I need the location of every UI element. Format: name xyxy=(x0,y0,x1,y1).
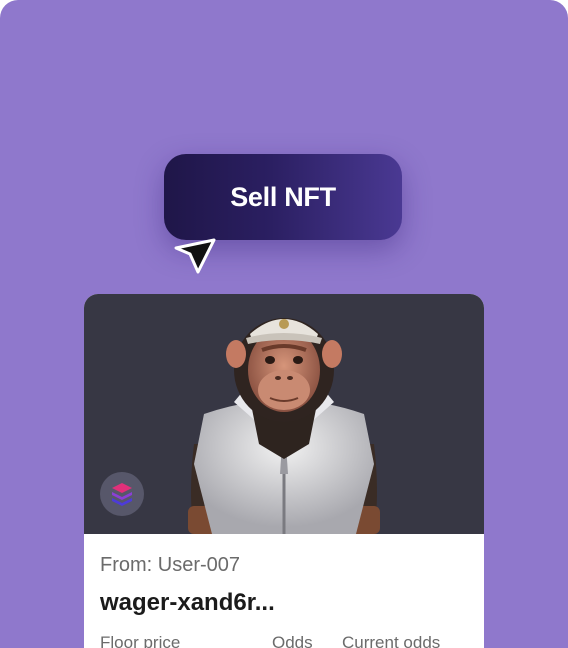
chimp-illustration xyxy=(188,318,380,534)
cursor-arrow-icon xyxy=(174,238,216,274)
stats-row: Floor price Odds Current odds xyxy=(100,633,468,648)
floor-price-label: Floor price xyxy=(100,633,181,648)
odds-label: Odds xyxy=(272,633,313,648)
seller-label: From: User-007 xyxy=(100,554,241,576)
nft-card[interactable]: From: User-007 wager-xand6r... Floor pri… xyxy=(84,294,484,648)
layered-chain-logo-icon xyxy=(112,483,132,506)
current-odds-label: Current odds xyxy=(342,633,441,648)
nft-showcase-canvas: Sell NFT From: User-007 wager-xand6r... … xyxy=(0,0,568,648)
nft-title: wager-xand6r... xyxy=(100,589,275,616)
chain-logo-badge xyxy=(100,472,144,516)
nft-image xyxy=(84,294,484,534)
